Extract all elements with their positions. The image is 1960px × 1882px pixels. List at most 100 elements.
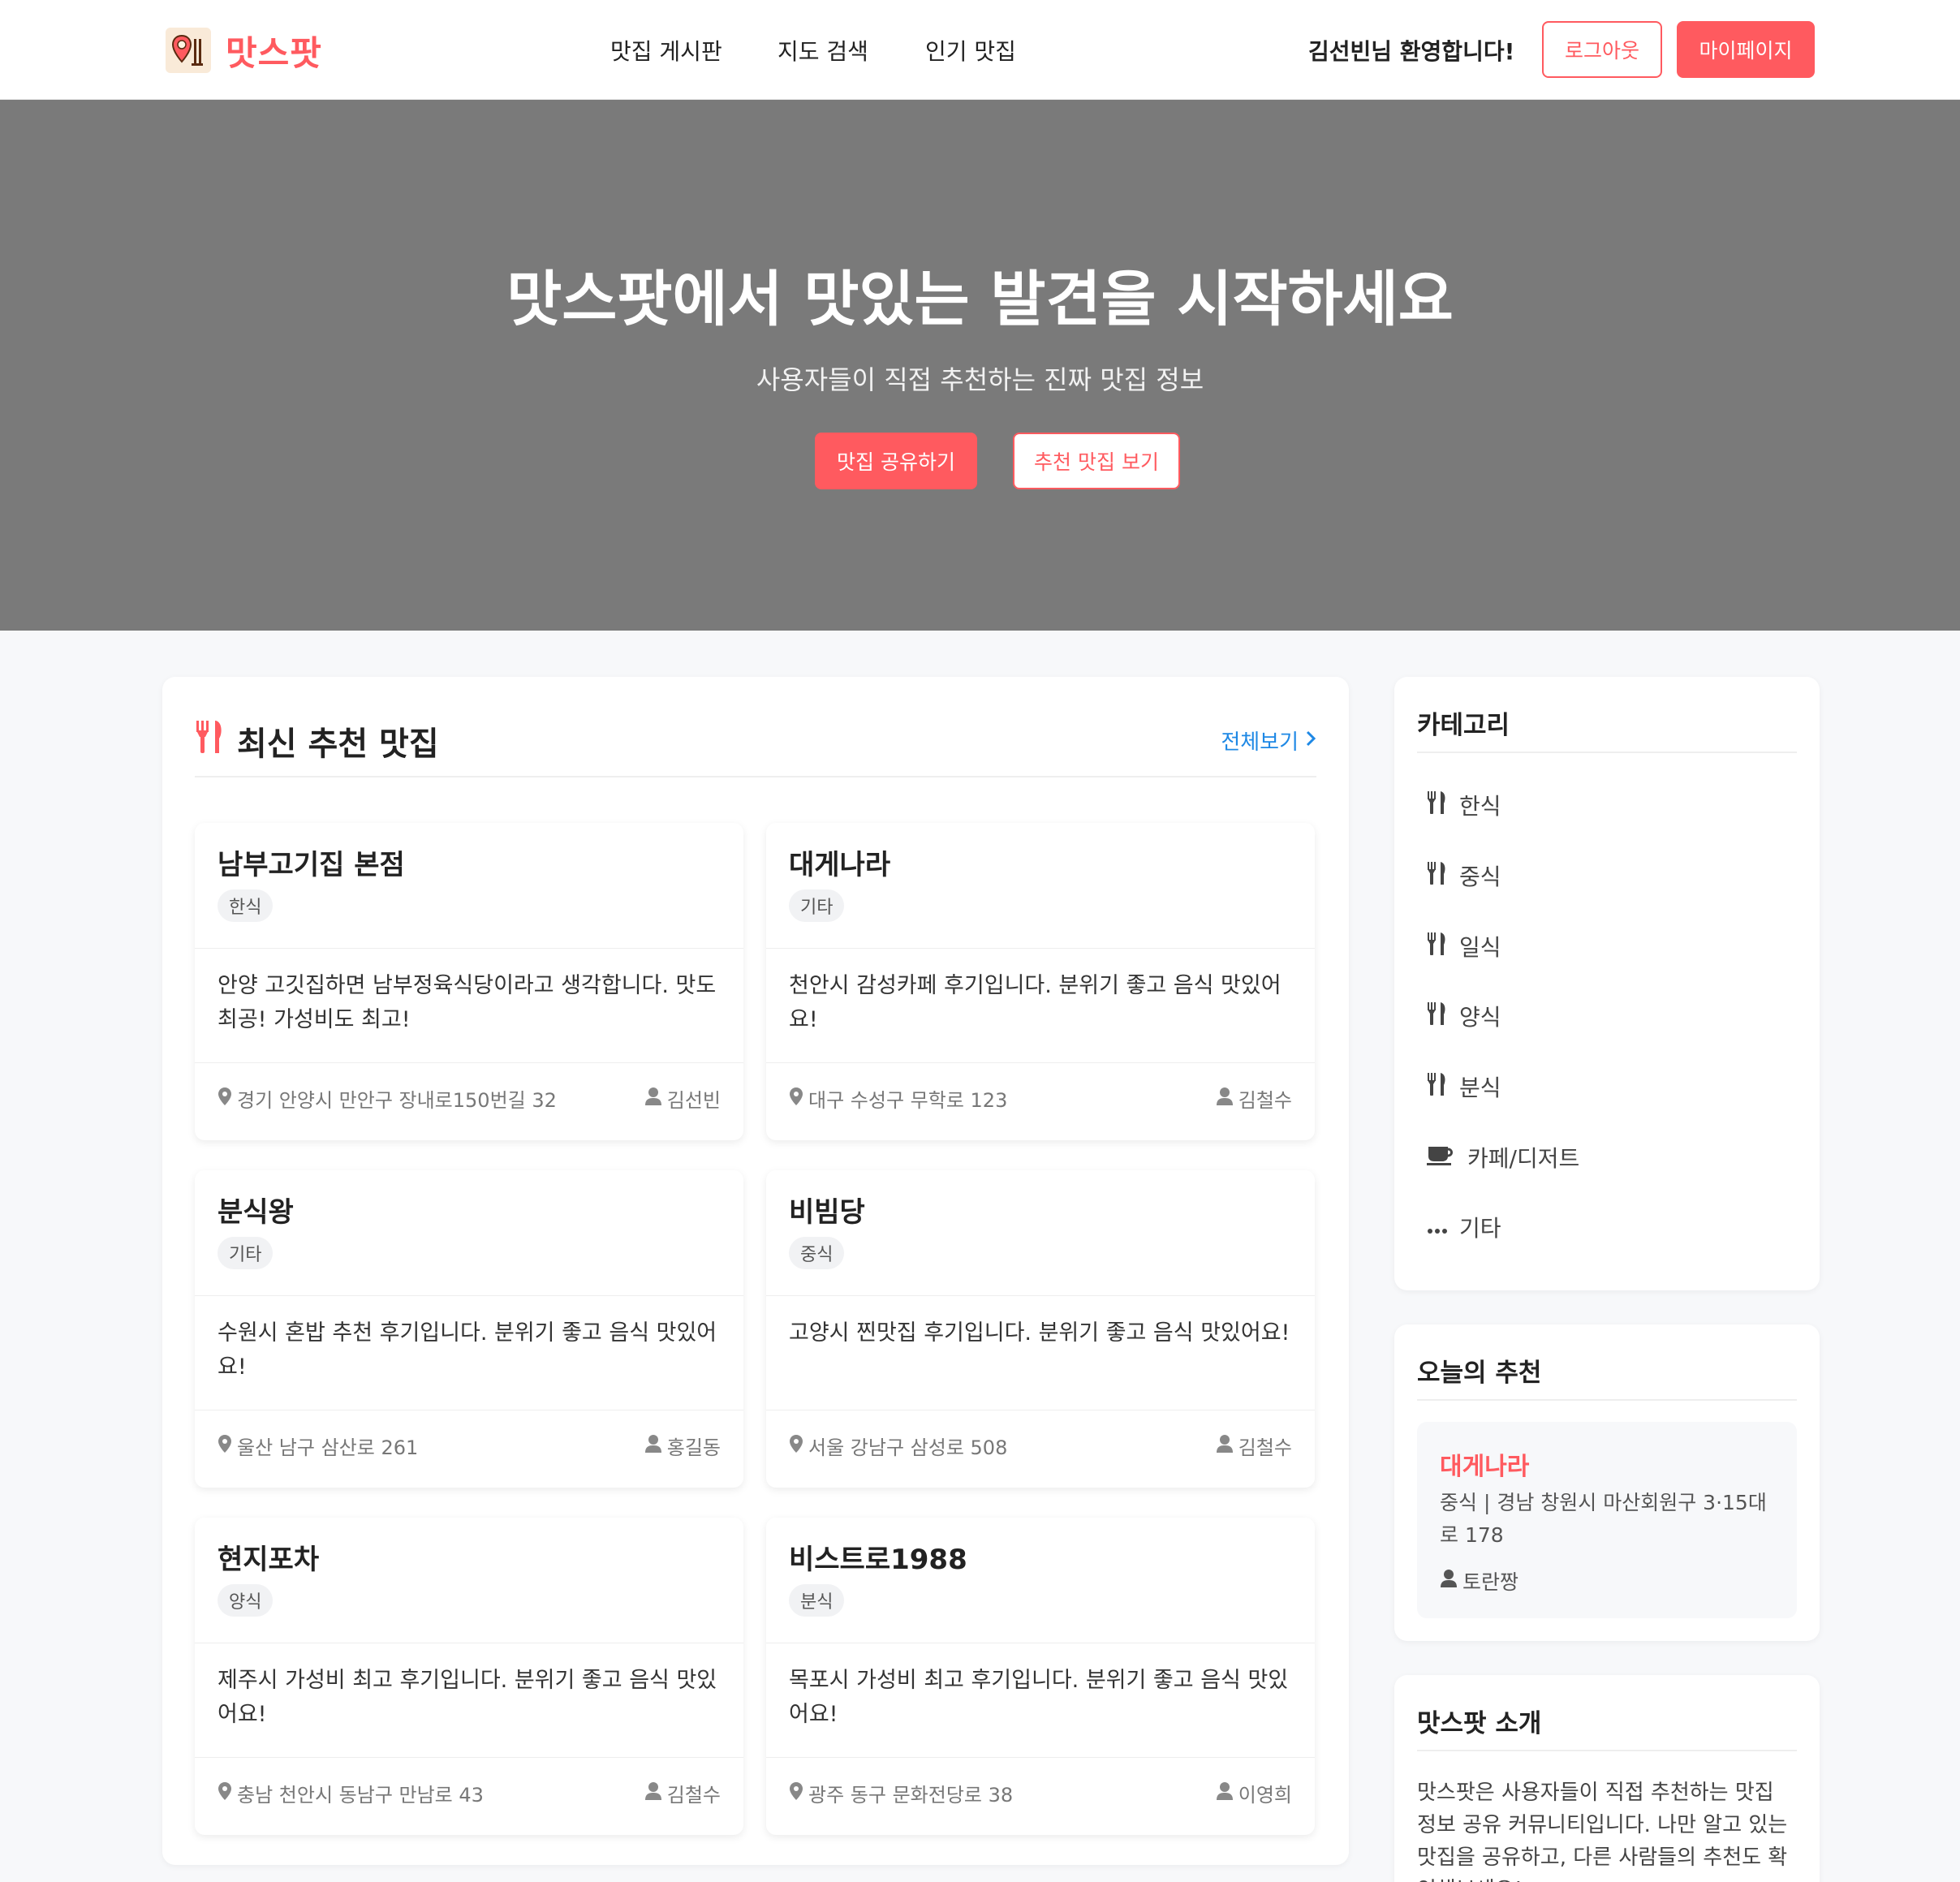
divider: [195, 948, 743, 949]
today-restaurant-info: 중식 | 경남 창원시 마산회원구 3·15대로 178: [1440, 1491, 1767, 1547]
restaurant-name: 비스트로1988: [789, 1544, 967, 1576]
today-restaurant-name: 대게나라: [1440, 1453, 1530, 1481]
hero-banner: 맛스팟에서 맛있는 발견을 시작하세요 사용자들이 직접 추천하는 진짜 맛집 …: [0, 100, 1960, 631]
utensils-icon: [1427, 1001, 1448, 1031]
category-item-chinese[interactable]: 중식: [1427, 859, 1501, 892]
divider: [1417, 1399, 1797, 1401]
restaurant-address: 서울 강남구 삼성로 508: [789, 1432, 1007, 1460]
nav-board[interactable]: 맛집 게시판: [610, 34, 722, 67]
user-icon: [1216, 1087, 1234, 1111]
address-text: 광주 동구 문화전당로 38: [808, 1784, 1014, 1807]
category-badge: 기타: [218, 1237, 274, 1269]
map-pin-icon: [789, 1087, 803, 1111]
author-text: 김철수: [1238, 1436, 1292, 1459]
restaurant-author: 홍길동: [644, 1432, 721, 1460]
category-item-japanese[interactable]: 일식: [1427, 930, 1501, 963]
restaurant-card[interactable]: 대게나라 기타 천안시 감성카페 후기입니다. 분위기 좋고 음식 맛있어요! …: [766, 823, 1315, 1140]
divider: [766, 1062, 1315, 1063]
today-recommend-card[interactable]: 대게나라 중식 | 경남 창원시 마산회원구 3·15대로 178 토란짱: [1417, 1422, 1797, 1618]
restaurant-description: 목포시 가성비 최고 후기입니다. 분위기 좋고 음식 맛있어요!: [789, 1668, 1289, 1727]
category-item-cafe[interactable]: 카페/디저트: [1427, 1141, 1579, 1174]
divider: [1417, 1750, 1797, 1751]
hero-subtitle: 사용자들이 직접 추천하는 진짜 맛집 정보: [756, 364, 1204, 395]
address-text: 서울 강남구 삼성로 508: [808, 1436, 1008, 1459]
user-icon: [644, 1434, 662, 1458]
restaurant-card[interactable]: 비스트로1988 분식 목포시 가성비 최고 후기입니다. 분위기 좋고 음식 …: [766, 1518, 1315, 1835]
restaurant-description: 제주시 가성비 최고 후기입니다. 분위기 좋고 음식 맛있어요!: [218, 1668, 717, 1727]
map-pin-icon: [218, 1434, 232, 1458]
category-item-western[interactable]: 양식: [1427, 1000, 1501, 1032]
logo-text: 맛스팟: [226, 32, 322, 73]
category-panel: 카테고리 한식 중식 일식 양식 분식 카페/디저트 기타: [1394, 677, 1820, 1290]
about-panel: 맛스팟 소개 맛스팟은 사용자들이 직접 추천하는 맛집 정보 공유 커뮤니티입…: [1394, 1675, 1820, 1882]
share-restaurant-button[interactable]: 맛집 공유하기: [815, 433, 977, 489]
category-badge: 분식: [789, 1584, 845, 1617]
about-title: 맛스팟 소개: [1417, 1709, 1542, 1738]
category-title: 카테고리: [1417, 711, 1510, 740]
section-header: 최신 추천 맛집 전체보기: [195, 717, 1316, 777]
address-text: 경기 안양시 만안구 장내로150번길 32: [237, 1089, 557, 1112]
category-badge: 양식: [218, 1584, 274, 1617]
view-all-label: 전체보기: [1221, 730, 1299, 755]
restaurant-card[interactable]: 남부고기집 본점 한식 안양 고깃집하면 남부정육식당이라고 생각합니다. 맛도…: [195, 823, 743, 1140]
restaurant-name: 분식왕: [218, 1196, 294, 1229]
nav-map-search[interactable]: 지도 검색: [778, 34, 868, 67]
category-label: 분식: [1459, 1075, 1501, 1101]
restaurant-description: 고양시 찐맛집 후기입니다. 분위기 좋고 음식 맛있어요!: [789, 1320, 1290, 1346]
category-label: 기타: [1459, 1215, 1501, 1242]
restaurant-description: 안양 고깃집하면 남부정육식당이라고 생각합니다. 맛도 최공! 가성비도 최고…: [218, 973, 717, 1032]
divider: [195, 1757, 743, 1758]
utensils-icon: [1427, 1072, 1448, 1102]
utensils-icon: [1427, 790, 1448, 820]
utensils-icon: [1427, 932, 1448, 962]
divider: [766, 1757, 1315, 1758]
welcome-text: 김선빈님 환영합니다!: [1308, 38, 1515, 65]
category-item-snack[interactable]: 분식: [1427, 1070, 1501, 1103]
author-text: 김철수: [1238, 1089, 1292, 1112]
about-text: 맛스팟은 사용자들이 직접 추천하는 맛집 정보 공유 커뮤니티입니다. 나만 …: [1417, 1781, 1788, 1882]
restaurant-name: 대게나라: [789, 849, 891, 881]
restaurant-card[interactable]: 비빔당 중식 고양시 찐맛집 후기입니다. 분위기 좋고 음식 맛있어요! 서울…: [766, 1170, 1315, 1488]
logout-button[interactable]: 로그아웃: [1542, 21, 1662, 78]
map-pin-icon: [789, 1434, 803, 1458]
category-label: 중식: [1459, 863, 1501, 890]
map-pin-icon: [218, 1781, 232, 1806]
today-author: 토란짱: [1440, 1566, 1518, 1596]
divider: [1417, 752, 1797, 753]
restaurant-address: 울산 남구 삼산로 261: [218, 1432, 418, 1460]
author-text: 김철수: [666, 1784, 721, 1807]
restaurant-card[interactable]: 분식왕 기타 수원시 혼밥 추천 후기입니다. 분위기 좋고 음식 맛있어요! …: [195, 1170, 743, 1488]
today-title: 오늘의 추천: [1417, 1359, 1542, 1388]
divider: [766, 948, 1315, 949]
nav-popular[interactable]: 인기 맛집: [925, 34, 1016, 67]
restaurant-name: 현지포차: [218, 1544, 320, 1576]
map-pin-icon: [789, 1781, 803, 1806]
logo-icon: [166, 28, 211, 73]
category-label: 한식: [1459, 793, 1501, 820]
logo[interactable]: 맛스팟: [166, 26, 322, 75]
category-item-korean[interactable]: 한식: [1427, 789, 1501, 821]
address-text: 대구 수성구 무학로 123: [808, 1089, 1008, 1112]
restaurant-card[interactable]: 현지포차 양식 제주시 가성비 최고 후기입니다. 분위기 좋고 음식 맛있어요…: [195, 1518, 743, 1835]
mypage-button[interactable]: 마이페이지: [1677, 21, 1815, 78]
category-badge: 한식: [218, 889, 274, 922]
coffee-icon: [1427, 1143, 1456, 1172]
user-icon: [644, 1087, 662, 1111]
utensils-icon: [195, 719, 226, 763]
author-text: 김선빈: [666, 1089, 721, 1112]
chevron-right-icon: [1305, 729, 1316, 753]
category-label: 카페/디저트: [1467, 1145, 1580, 1172]
view-all-link[interactable]: 전체보기: [1221, 726, 1316, 756]
author-text: 이영희: [1238, 1784, 1292, 1807]
category-label: 양식: [1459, 1004, 1501, 1031]
category-item-etc[interactable]: 기타: [1427, 1211, 1501, 1243]
restaurant-author: 김철수: [644, 1779, 721, 1807]
restaurant-name: 남부고기집 본점: [218, 849, 405, 881]
view-recommended-button[interactable]: 추천 맛집 보기: [1013, 433, 1180, 489]
section-title: 최신 추천 맛집: [195, 717, 439, 764]
restaurant-author: 김철수: [1216, 1432, 1292, 1460]
restaurant-author: 이영희: [1216, 1779, 1292, 1807]
restaurant-address: 대구 수성구 무학로 123: [789, 1084, 1007, 1113]
section-title-text: 최신 추천 맛집: [237, 726, 439, 763]
divider: [195, 1295, 743, 1296]
